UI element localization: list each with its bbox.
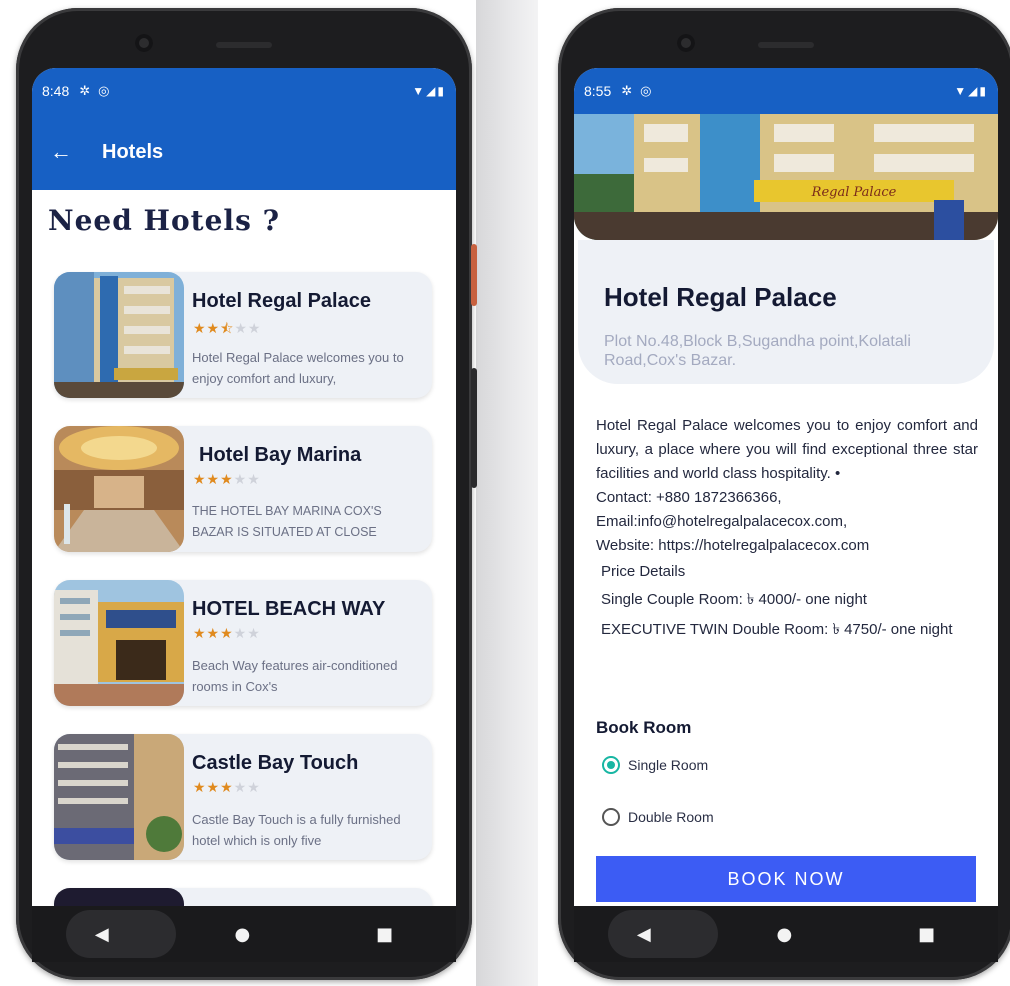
power-button (471, 244, 477, 306)
back-arrow-icon[interactable]: ← (50, 139, 90, 165)
background-strip (476, 0, 538, 986)
hotel-description: THE HOTEL BAY MARINA COX'S BAZAR IS SITU… (192, 504, 382, 539)
rating-stars: ★★★★★ (193, 780, 261, 796)
hotel-card[interactable]: HOTEL BEACH WAY ★★★★★ Beach Way features… (54, 580, 432, 706)
hotel-name: HOTEL BEACH WAY (192, 598, 386, 620)
radio-label: Double Room (628, 809, 714, 825)
hotel-thumbnail (54, 272, 184, 398)
hotel-description: Hotel Regal Palace welcomes you to enjoy… (596, 417, 978, 482)
price-executive-room: EXECUTIVE TWIN Double Room: ৳ 4750/- one… (601, 621, 953, 638)
status-bar: 8:55 ✲ ◎ ▼◢▮ (574, 68, 998, 114)
app-bar: ← Hotels (32, 114, 456, 190)
hotel-details: Hotel Regal Palace welcomes you to enjoy… (596, 414, 978, 642)
nav-recents-icon[interactable]: ■ (918, 924, 935, 945)
wifi-signal-battery-icon: ▼◢▮ (954, 84, 988, 98)
nav-back-highlight (608, 910, 718, 958)
hotel-website: Website: https://hotelregalpalacecox.com (596, 537, 870, 554)
earpiece-speaker (758, 42, 814, 48)
sync-icon: ◎ (640, 83, 652, 98)
hotel-name: Castle Bay Touch (192, 752, 359, 774)
nav-home-icon[interactable]: ● (235, 924, 251, 945)
status-time: 8:55 (584, 83, 612, 99)
nav-recents-icon[interactable]: ■ (376, 924, 393, 945)
status-bar: 8:48 ✲ ◎ ▼◢▮ (32, 68, 456, 114)
hotel-info-card: Hotel Regal Palace Plot No.48,Block B,Su… (578, 240, 994, 384)
radio-double-room[interactable]: Double Room (602, 808, 714, 826)
hotel-name: Hotel Regal Palace (604, 282, 837, 312)
radio-label: Single Room (628, 757, 709, 773)
hotel-sign-text: Regal Palace (811, 185, 897, 200)
contact-email: Email:info@hotelregalpalacecox.com, (596, 513, 848, 530)
hotel-card[interactable] (54, 888, 432, 906)
earpiece-speaker (216, 42, 272, 48)
front-camera (677, 34, 695, 52)
hotel-description: Castle Bay Touch is a fully furnished ho… (192, 812, 401, 848)
hotel-card[interactable]: Castle Bay Touch ★★★★★ Castle Bay Touch … (54, 734, 432, 860)
settings-icon: ✲ (621, 83, 633, 98)
navigation-bar: ◀ ● ■ (574, 906, 998, 962)
nav-home-icon[interactable]: ● (777, 924, 793, 945)
hotel-card[interactable]: Hotel Regal Palace ★★⯪★★ Hotel Regal Pal… (54, 272, 432, 398)
book-room-label: Book Room (596, 718, 692, 737)
settings-icon: ✲ (79, 83, 91, 98)
hotel-name: Hotel Regal Palace (192, 290, 371, 312)
rating-stars: ★★⯪★★ (193, 321, 262, 337)
wifi-signal-battery-icon: ▼◢▮ (412, 84, 446, 98)
hotel-hero-image: Regal Palace (574, 114, 998, 240)
page-heading: Need Hotels ? (48, 204, 280, 237)
app-bar-title: Hotels (102, 140, 164, 163)
radio-single-room[interactable]: Single Room (602, 756, 708, 774)
hotel-name: Hotel Bay Marina (199, 444, 362, 466)
status-time: 8:48 (42, 83, 70, 99)
nav-back-highlight (66, 910, 176, 958)
nav-back-icon[interactable]: ◀ (95, 924, 109, 945)
hotel-thumbnail (54, 580, 184, 706)
nav-back-icon[interactable]: ◀ (637, 924, 651, 945)
hotel-address: Plot No.48,Block B,Sugandha point,Kolata… (604, 333, 911, 369)
hotel-description: Beach Way features air-conditioned rooms… (192, 658, 398, 694)
phone-frame-left: 8:48 ✲ ◎ ▼◢▮ ← Hotels Need Hotels ? Hote… (16, 8, 477, 980)
price-single-room: Single Couple Room: ৳ 4000/- one night (601, 591, 867, 608)
navigation-bar: ◀ ● ■ (32, 906, 456, 962)
radio-button-unchecked[interactable] (602, 808, 620, 826)
rating-stars: ★★★★★ (193, 626, 261, 642)
phone-frame-right: 8:55 ✲ ◎ ▼◢▮ Regal Palace Hotel Regal Pa… (558, 8, 1010, 980)
hotel-detail-screen: 8:55 ✲ ◎ ▼◢▮ Regal Palace Hotel Regal Pa… (574, 68, 998, 906)
volume-button (471, 368, 477, 488)
radio-button-checked[interactable] (602, 756, 620, 774)
price-details-title: Price Details (601, 563, 686, 580)
hotel-thumbnail (54, 426, 184, 552)
hotel-thumbnail (54, 888, 184, 906)
book-now-button[interactable]: BOOK NOW (596, 856, 976, 902)
hotel-description: Hotel Regal Palace welcomes you to enjoy… (192, 350, 404, 386)
front-camera (135, 34, 153, 52)
hotel-list-screen: 8:48 ✲ ◎ ▼◢▮ ← Hotels Need Hotels ? Hote… (32, 68, 456, 906)
contact-phone: Contact: +880 1872366366, (596, 489, 782, 506)
sync-icon: ◎ (98, 83, 110, 98)
hotel-card[interactable]: Hotel Bay Marina ★★★★★ THE HOTEL BAY MAR… (54, 426, 432, 552)
hotel-thumbnail (54, 734, 184, 860)
rating-stars: ★★★★★ (193, 472, 261, 488)
